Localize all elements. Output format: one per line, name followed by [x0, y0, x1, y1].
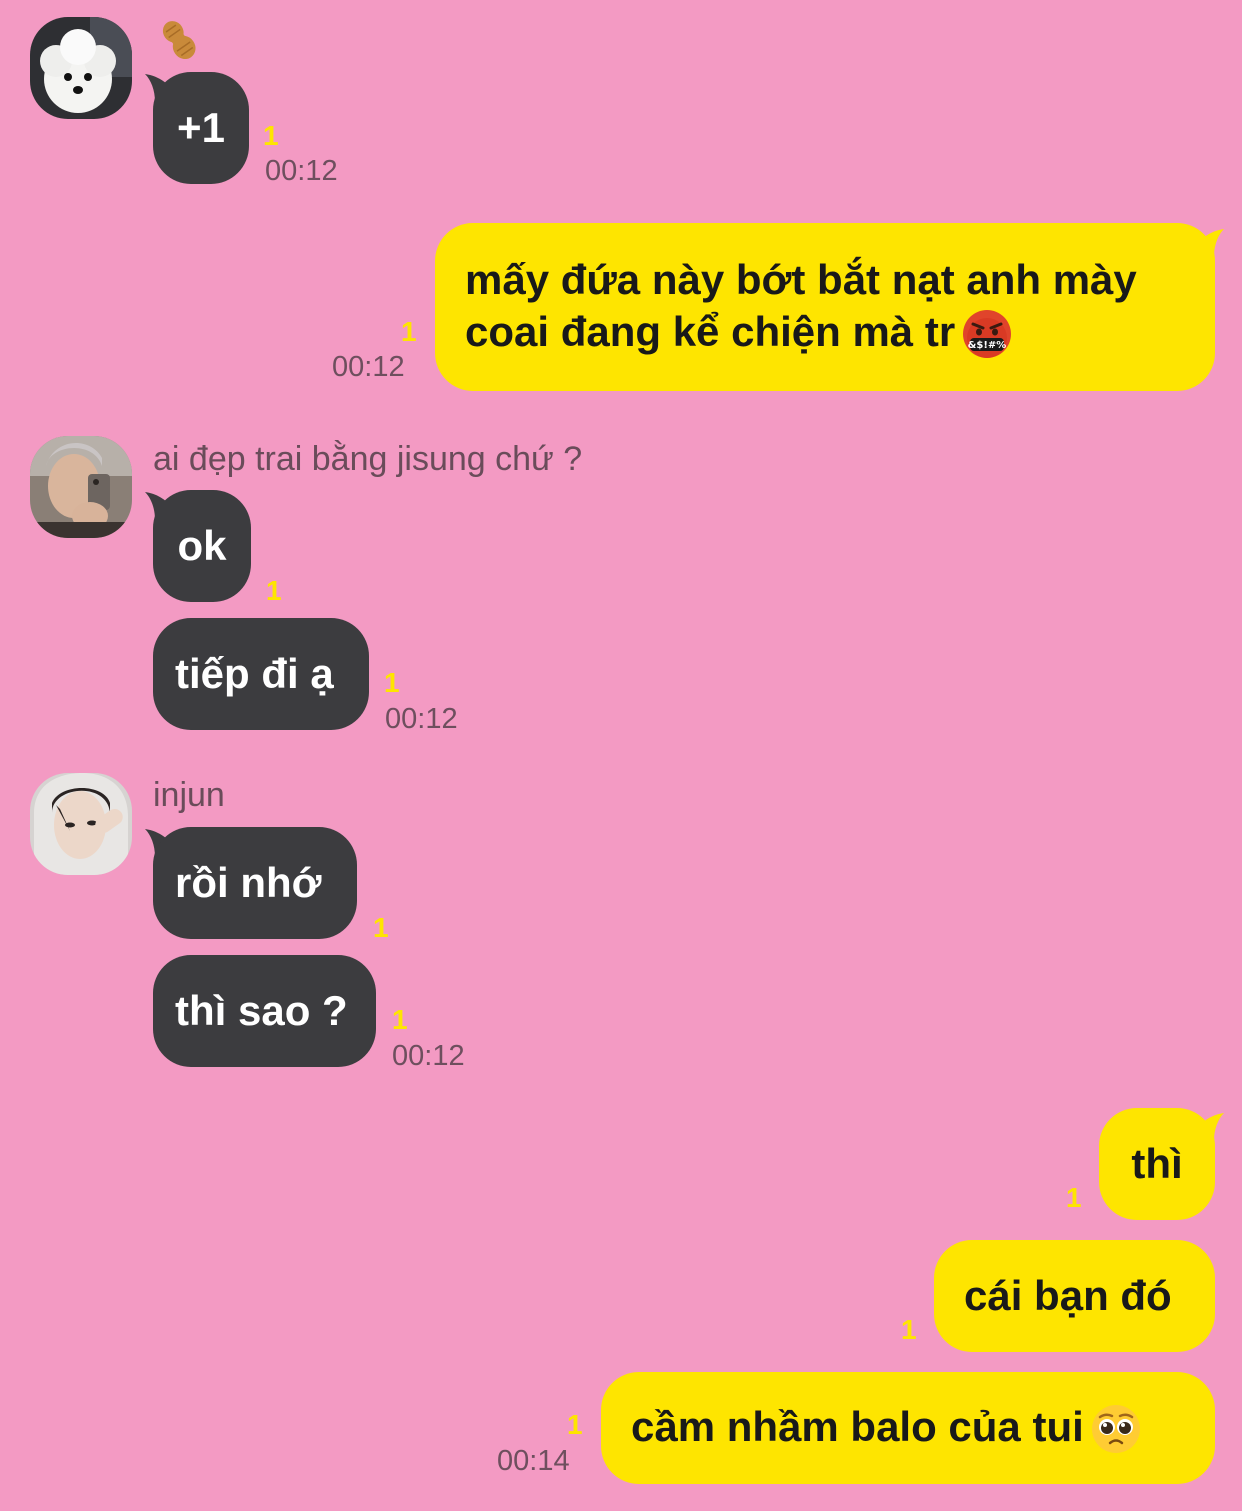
unread-count: 1: [384, 667, 400, 698]
puppy-avatar-icon: [30, 17, 132, 119]
avatar-mirror-selfie[interactable]: [30, 436, 132, 538]
mirror-selfie-avatar-icon: [30, 436, 132, 538]
message-timestamp: 00:12: [265, 155, 338, 187]
message-text: cái bạn đó: [964, 1272, 1172, 1319]
hoodie-selfie-avatar-icon: [30, 773, 132, 875]
message-text: ok: [177, 522, 227, 569]
message-bubble[interactable]: ok: [153, 490, 251, 602]
message-bubble[interactable]: thì: [1099, 1108, 1215, 1220]
message-text: +1: [177, 104, 225, 151]
message-bubble[interactable]: cầm nhầm balo của tui: [601, 1372, 1215, 1484]
avatar-hoodie-selfie[interactable]: [30, 773, 132, 875]
message-bubble[interactable]: rồi nhớ: [153, 827, 357, 939]
message-text: tiếp đi ạ: [175, 650, 334, 697]
unread-count: 1: [373, 912, 389, 943]
unread-count: 1: [392, 1004, 408, 1035]
avatar-puppy[interactable]: [30, 17, 132, 119]
message-bubble[interactable]: cái bạn đó: [934, 1240, 1215, 1352]
message-timestamp: 00:12: [332, 351, 405, 383]
unread-count: 1: [1066, 1182, 1082, 1213]
sender-name: ai đẹp trai bằng jisung chứ ?: [153, 440, 583, 478]
unread-count: 1: [266, 575, 282, 606]
peanut-icon: [156, 18, 202, 62]
unread-count: 1: [401, 316, 417, 347]
message-timestamp: 00:12: [392, 1040, 465, 1072]
unread-count: 1: [567, 1409, 583, 1440]
message-bubble[interactable]: +1: [153, 72, 249, 184]
message-timestamp: 00:12: [385, 703, 458, 735]
unread-count: 1: [263, 120, 279, 151]
message-bubble[interactable]: mấy đứa này bớt bắt nạt anh mày coai đan…: [435, 223, 1215, 391]
message-text: thì sao ?: [175, 987, 348, 1034]
message-text: cầm nhầm balo của tui: [631, 1401, 1142, 1456]
message-timestamp: 00:14: [497, 1445, 570, 1477]
svg-text:&$!#%: &$!#%: [968, 340, 1007, 351]
message-text: thì: [1131, 1140, 1183, 1187]
sender-name: injun: [153, 776, 225, 814]
cursing-face-emoji-icon: &$!#%: [961, 308, 1013, 360]
message-bubble[interactable]: thì sao ?: [153, 955, 376, 1067]
message-bubble[interactable]: tiếp đi ạ: [153, 618, 369, 730]
message-text: mấy đứa này bớt bắt nạt anh mày coai đan…: [465, 254, 1185, 361]
pleading-face-emoji-icon: [1090, 1403, 1142, 1455]
message-text: rồi nhớ: [175, 859, 322, 906]
unread-count: 1: [901, 1314, 917, 1345]
